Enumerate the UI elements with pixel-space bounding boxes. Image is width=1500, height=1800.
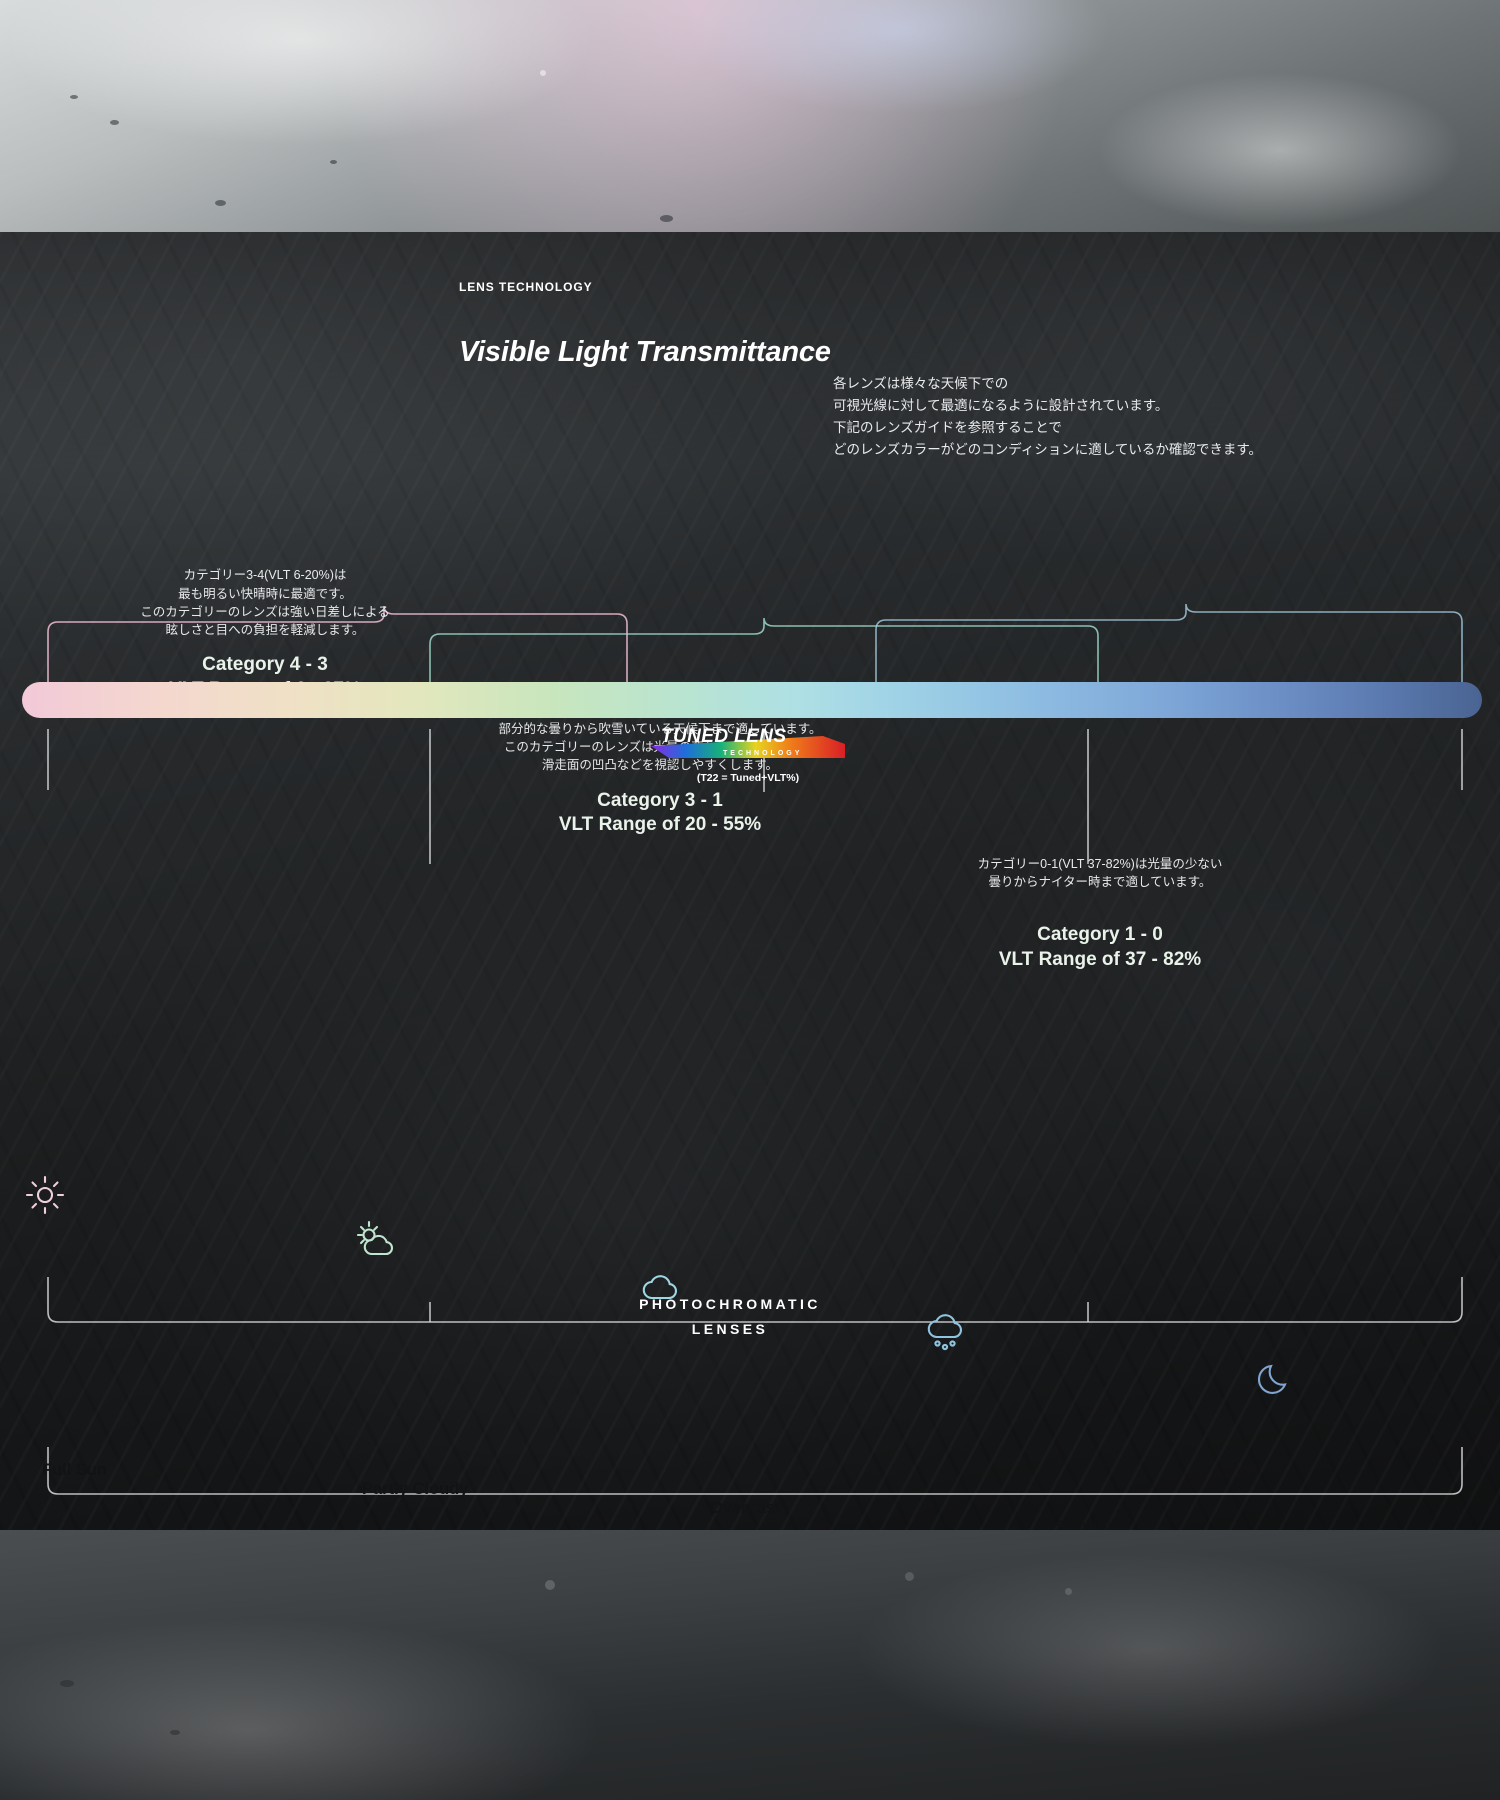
category-3-name: Category 1 - 0 <box>1037 924 1163 946</box>
lens-technology-panel: LENS TECHNOLOGY Visible Light Transmitta… <box>0 232 1500 1530</box>
category-2-name: Category 3 - 1 <box>597 789 723 811</box>
category-block-3: カテゴリー0-1(VLT 37-82%)は光量の少ない 曇りからナイター時まで適… <box>905 855 1295 972</box>
tuned-lens-badge: TUNED LENS TECHNOLOGY (T22 = Tuned+VLT%) <box>628 726 868 784</box>
snow-cloud-icon <box>922 1310 968 1356</box>
category-2-vlt: VLT Range of 20 - 55% <box>558 813 762 835</box>
photochromatic-title: PHOTOCHROMATIC LENSES <box>639 1296 821 1337</box>
weather-label-full-sun: Full Sun <box>42 1460 108 1479</box>
page-title: Visible Light Transmittance <box>459 336 831 368</box>
tuned-lens-formula: (T22 = Tuned+VLT%) <box>696 772 800 784</box>
top-photo-band <box>0 0 1500 232</box>
sun-cloud-icon <box>352 1218 398 1264</box>
category-1-name: Category 4 - 3 <box>202 654 328 676</box>
category-3-japanese: カテゴリー0-1(VLT 37-82%)は光量の少ない 曇りからナイター時まで適… <box>977 856 1223 890</box>
eyebrow-label: LENS TECHNOLOGY <box>459 280 593 294</box>
intro-japanese-text: 各レンズは様々な天候下での 可視光線に対して最適になるように設計されています。 … <box>833 376 1263 457</box>
weather-label-overcast: Overcast <box>710 1498 781 1517</box>
sun-icon <box>22 1172 68 1218</box>
moon-icon <box>1252 1356 1298 1402</box>
weather-label-partly-cloudy: Partly Cloudy <box>362 1479 469 1498</box>
tuned-lens-wordmark: TUNED LENS TECHNOLOGY <box>651 726 845 764</box>
category-1-japanese: カテゴリー3-4(VLT 6-20%)は 最も明るい快晴時に最適です。 このカテ… <box>140 568 390 638</box>
weather-label-stormy: Stormy <box>1055 1517 1112 1530</box>
bottom-photo-band <box>0 1530 1500 1800</box>
category-3-vlt: VLT Range of 37 - 82% <box>998 948 1202 970</box>
weather-gradient-bar <box>22 682 1482 718</box>
